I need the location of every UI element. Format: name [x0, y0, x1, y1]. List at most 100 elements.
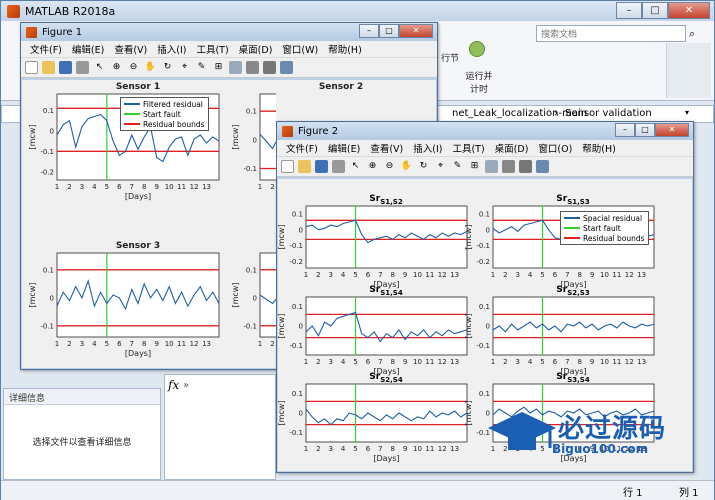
new-figure-icon[interactable] [281, 160, 294, 173]
link-icon[interactable]: ⊞ [468, 160, 481, 173]
data-cursor-icon[interactable]: ⌖ [178, 61, 191, 74]
show-plot-tools-icon[interactable] [536, 160, 549, 173]
rotate-icon[interactable]: ↻ [161, 61, 174, 74]
menu-desktop[interactable]: 桌面(D) [234, 42, 278, 56]
pan-icon[interactable]: ✋ [400, 160, 413, 173]
pan-icon[interactable]: ✋ [144, 61, 157, 74]
figure2-controls: – □ ✕ [615, 123, 689, 137]
function-icon: fx [168, 378, 180, 392]
legend-label: Start fault [143, 109, 181, 119]
menu-file[interactable]: 文件(F) [25, 42, 67, 56]
minimize-button[interactable]: – [359, 24, 379, 38]
zoom-out-icon[interactable]: ⊖ [383, 160, 396, 173]
legend-label: Spacial residual [583, 213, 643, 223]
sensor3-title: Sensor 3 [115, 241, 161, 251]
details-panel: 详细信息 选择文件以查看详细信息 [3, 388, 161, 480]
matlab-title: MATLAB R2018a [25, 4, 116, 18]
figure2-toolbar: ↖ ⊕ ⊖ ✋ ↻ ⌖ ✎ ⊞ [277, 157, 693, 177]
legend-icon[interactable] [502, 160, 515, 173]
menu-edit[interactable]: 编辑(E) [323, 141, 365, 155]
legend-icon[interactable] [246, 61, 259, 74]
print-icon[interactable] [76, 61, 89, 74]
save-icon[interactable] [315, 160, 328, 173]
brush-icon[interactable]: ✎ [195, 61, 208, 74]
matlab-logo-icon [7, 4, 20, 18]
matlab-titlebar: MATLAB R2018a [1, 1, 714, 21]
figure1-menubar: 文件(F) 编辑(E) 查看(V) 插入(I) 工具(T) 桌面(D) 窗口(W… [21, 41, 437, 58]
left-edge [1, 125, 21, 380]
menu-edit[interactable]: 编辑(E) [67, 42, 109, 56]
colorbar-icon[interactable] [485, 160, 498, 173]
legend-label: Start fault [583, 223, 621, 233]
legend-item: Filtered residual [124, 99, 205, 109]
menu-insert[interactable]: 插入(I) [152, 42, 191, 56]
menu-file[interactable]: 文件(F) [281, 141, 323, 155]
maximize-button[interactable]: □ [642, 2, 668, 19]
figure2-title: Figure 2 [298, 125, 339, 137]
path-dropdown-icon[interactable]: ▾ [685, 108, 689, 117]
watermark-sub-text: Biguo100.com [552, 442, 649, 456]
maximize-button[interactable]: □ [635, 123, 655, 137]
link-icon[interactable]: ⊞ [212, 61, 225, 74]
zoom-out-icon[interactable]: ⊖ [127, 61, 140, 74]
menu-tools[interactable]: 工具(T) [447, 141, 489, 155]
pointer-icon[interactable]: ↖ [349, 160, 362, 173]
path-separator: › [554, 108, 558, 119]
data-cursor-icon[interactable]: ⌖ [434, 160, 447, 173]
zoom-in-icon[interactable]: ⊕ [110, 61, 123, 74]
minimize-button[interactable]: – [615, 123, 635, 137]
legend-label: Residual bounds [583, 233, 645, 243]
menu-help[interactable]: 帮助(H) [323, 42, 367, 56]
pointer-icon[interactable]: ↖ [93, 61, 106, 74]
sr-s1s2-title: SrS1,S2 [369, 194, 403, 206]
run-and-time-icon[interactable] [469, 41, 485, 57]
close-button[interactable]: ✕ [655, 123, 689, 137]
close-button[interactable]: ✕ [668, 2, 710, 19]
figure1-legend[interactable]: Filtered residual Start fault Residual b… [120, 97, 209, 131]
ribbon-run-section-label[interactable]: 行节 [441, 51, 459, 64]
menu-help[interactable]: 帮助(H) [577, 141, 621, 155]
print-icon[interactable] [332, 160, 345, 173]
open-icon[interactable] [42, 61, 55, 74]
search-icon[interactable]: ⌕ [689, 27, 695, 41]
watermark-logo: 必过源码 Biguo100.com [480, 404, 695, 466]
zoom-in-icon[interactable]: ⊕ [366, 160, 379, 173]
search-documentation-input[interactable]: 搜索文档 [536, 25, 686, 42]
menu-view[interactable]: 查看(V) [365, 141, 408, 155]
show-plot-tools-icon[interactable] [280, 61, 293, 74]
hide-plot-tools-icon[interactable] [519, 160, 532, 173]
menu-window[interactable]: 窗口(W) [277, 42, 323, 56]
save-icon[interactable] [59, 61, 72, 74]
figure-icon [26, 26, 37, 38]
new-figure-icon[interactable] [25, 61, 38, 74]
figure1-toolbar: ↖ ⊕ ⊖ ✋ ↻ ⌖ ✎ ⊞ [21, 58, 437, 78]
legend-item: Start fault [124, 109, 205, 119]
ribbon-right-panel [666, 43, 711, 98]
legend-item: Start fault [564, 223, 645, 233]
menu-desktop[interactable]: 桌面(D) [490, 141, 534, 155]
figure-icon [282, 125, 293, 137]
sr-s1s3-title: SrS1,S3 [556, 194, 590, 206]
colorbar-icon[interactable] [229, 61, 242, 74]
legend-item: Residual bounds [124, 119, 205, 129]
menu-window[interactable]: 窗口(O) [533, 141, 577, 155]
menu-tools[interactable]: 工具(T) [191, 42, 233, 56]
open-icon[interactable] [298, 160, 311, 173]
figure2-legend[interactable]: Spacial residual Start fault Residual bo… [560, 211, 649, 245]
sr-s3s4-title: SrS3,S4 [556, 372, 590, 384]
path-crumb-folder[interactable]: Sensor validation [565, 108, 652, 119]
prompt-chevron-icon: » [183, 380, 190, 391]
maximize-button[interactable]: □ [379, 24, 399, 38]
minimize-button[interactable]: – [616, 2, 642, 19]
command-window[interactable]: fx » [164, 374, 276, 480]
figure2-menubar: 文件(F) 编辑(E) 查看(V) 插入(I) 工具(T) 桌面(D) 窗口(O… [277, 140, 693, 157]
menu-insert[interactable]: 插入(I) [408, 141, 447, 155]
legend-label: Filtered residual [143, 99, 203, 109]
sr-s2s4-title: SrS2,S4 [369, 372, 403, 384]
hide-plot-tools-icon[interactable] [263, 61, 276, 74]
rotate-icon[interactable]: ↻ [417, 160, 430, 173]
brush-icon[interactable]: ✎ [451, 160, 464, 173]
run-and-time-label[interactable]: 运行并 计时 [463, 69, 495, 95]
close-button[interactable]: ✕ [399, 24, 433, 38]
menu-view[interactable]: 查看(V) [109, 42, 152, 56]
